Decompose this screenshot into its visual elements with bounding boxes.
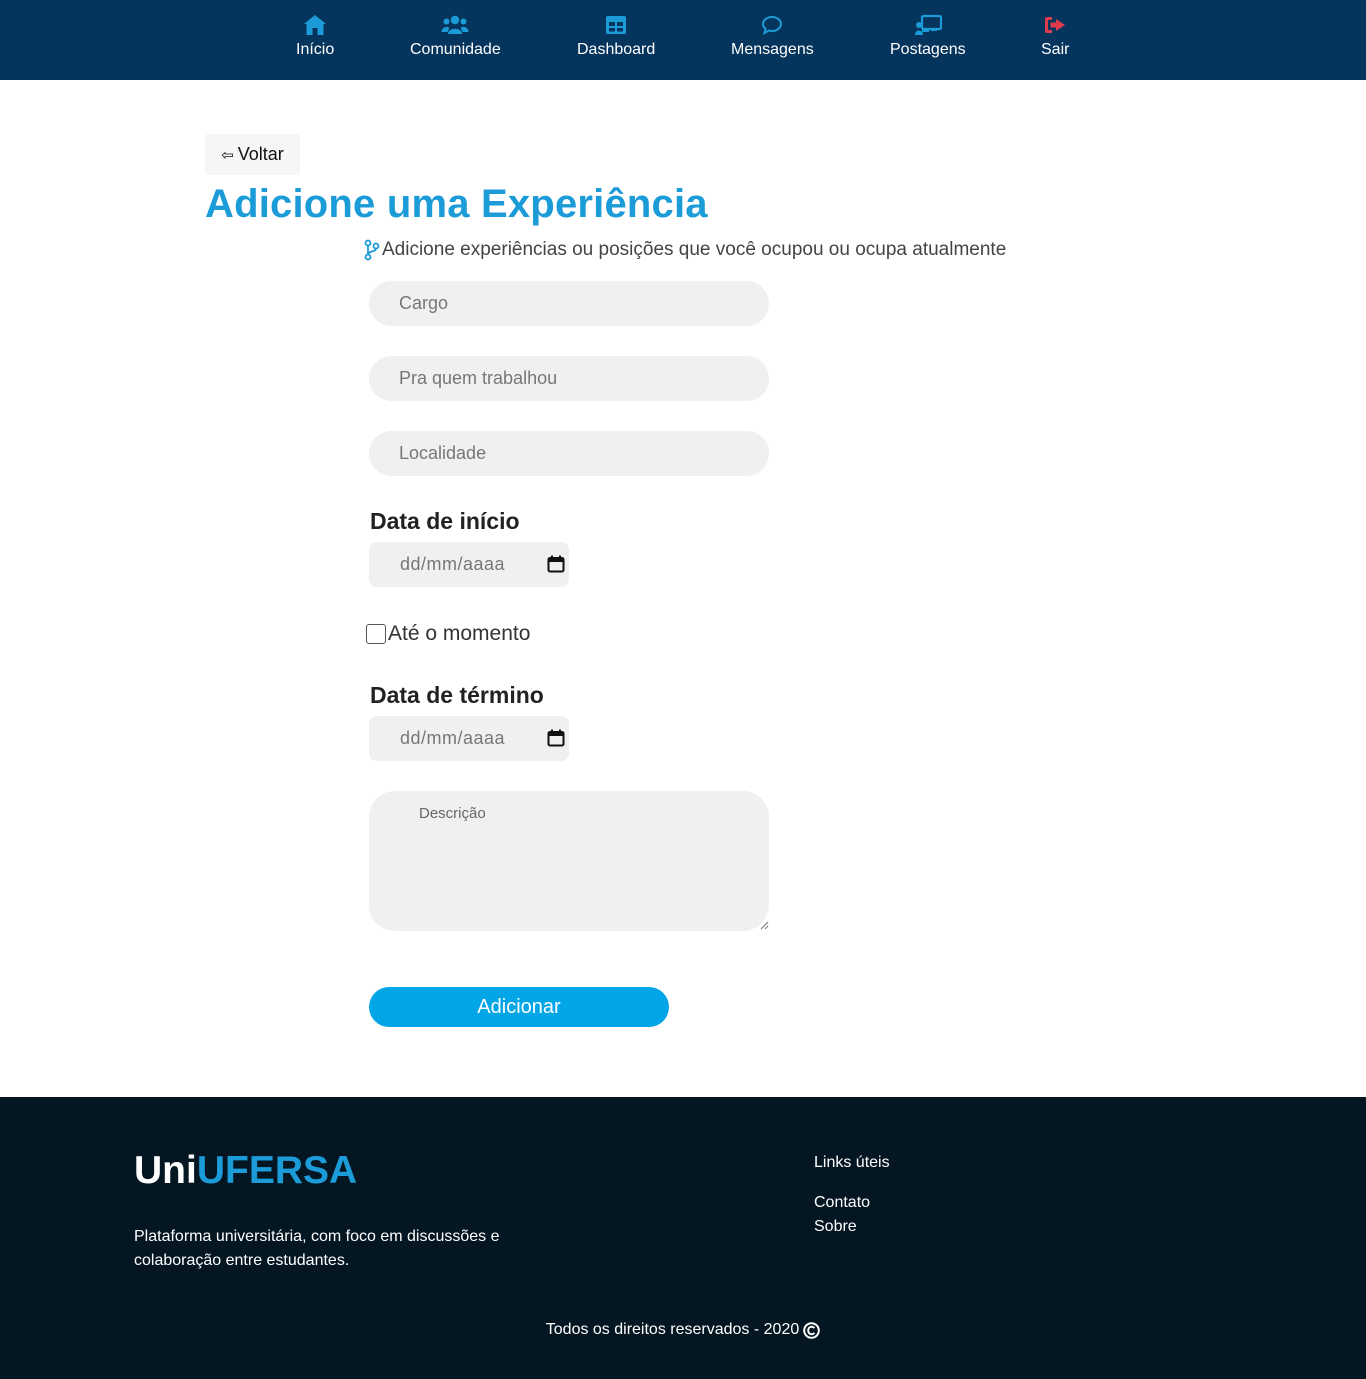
nav-item-mensagens[interactable]: Mensagens (731, 14, 814, 60)
nav-label: Comunidade (410, 41, 501, 58)
table-icon (606, 16, 627, 34)
footer-link-sobre[interactable]: Sobre (814, 1218, 857, 1236)
nav-label: Mensagens (731, 41, 814, 58)
footer: UniUFERSA Plataforma universitária, com … (0, 1097, 1366, 1379)
users-icon (441, 15, 469, 34)
calendar-icon[interactable] (547, 555, 565, 573)
nav-item-comunidade[interactable]: Comunidade (410, 14, 501, 60)
subtitle-text: Adicione experiências ou posições que vo… (382, 239, 1007, 260)
employer-input[interactable] (369, 356, 769, 401)
nav-label: Dashboard (577, 41, 656, 58)
resize-handle-icon[interactable] (759, 920, 769, 930)
nav-item-inicio[interactable]: Início (296, 14, 334, 60)
page-subtitle: Adicione experiências ou posições que vo… (364, 239, 1006, 261)
home-icon (304, 15, 327, 35)
footer-link-contato[interactable]: Contato (814, 1194, 870, 1212)
footer-brand-logo: UniUFERSA (134, 1149, 357, 1193)
current-position-checkbox[interactable] (366, 624, 386, 644)
brand-part-uni: Uni (134, 1149, 197, 1192)
code-branch-icon (364, 239, 380, 261)
arrow-left-icon: ⇦ (221, 146, 234, 164)
nav-label: Sair (1041, 41, 1070, 58)
copyright-icon (803, 1321, 821, 1339)
start-date-input[interactable]: dd/mm/aaaa (369, 542, 569, 587)
add-button[interactable]: Adicionar (369, 987, 669, 1027)
top-navbar: Início Comunidade Dashboard Mensagens Po… (0, 0, 1366, 80)
sign-out-icon (1045, 17, 1066, 33)
end-date-label: Data de término (370, 682, 544, 708)
calendar-icon[interactable] (547, 729, 565, 747)
current-position-checkbox-row[interactable]: Até o momento (366, 622, 530, 646)
nav-item-sair[interactable]: Sair (1041, 14, 1069, 60)
end-date-input[interactable]: dd/mm/aaaa (369, 716, 569, 761)
description-textarea[interactable] (369, 791, 769, 931)
back-button-label: Voltar (237, 144, 284, 164)
end-date-placeholder: dd/mm/aaaa (400, 728, 506, 748)
page-title: Adicione uma Experiência (205, 182, 708, 226)
back-button[interactable]: ⇦ Voltar (205, 134, 300, 175)
nav-item-dashboard[interactable]: Dashboard (577, 14, 655, 60)
start-date-label: Data de início (370, 508, 520, 534)
footer-description: Plataforma universitária, com foco em di… (134, 1228, 500, 1269)
nav-item-postagens[interactable]: Postagens (890, 14, 966, 60)
current-position-label: Até o momento (388, 622, 531, 645)
nav-label: Início (296, 41, 335, 58)
location-input[interactable] (369, 431, 769, 476)
nav-label: Postagens (890, 41, 966, 58)
copyright: Todos os direitos reservados - 2020 (0, 1321, 1366, 1339)
cargo-input[interactable] (369, 281, 769, 326)
footer-links-title: Links úteis (814, 1154, 890, 1171)
presentation-icon (914, 14, 942, 35)
chat-bubble-icon (762, 15, 783, 35)
start-date-placeholder: dd/mm/aaaa (400, 554, 506, 574)
brand-part-ufersa: UFERSA (196, 1149, 358, 1192)
copyright-text: Todos os direitos reservados - 2020 (545, 1321, 800, 1338)
